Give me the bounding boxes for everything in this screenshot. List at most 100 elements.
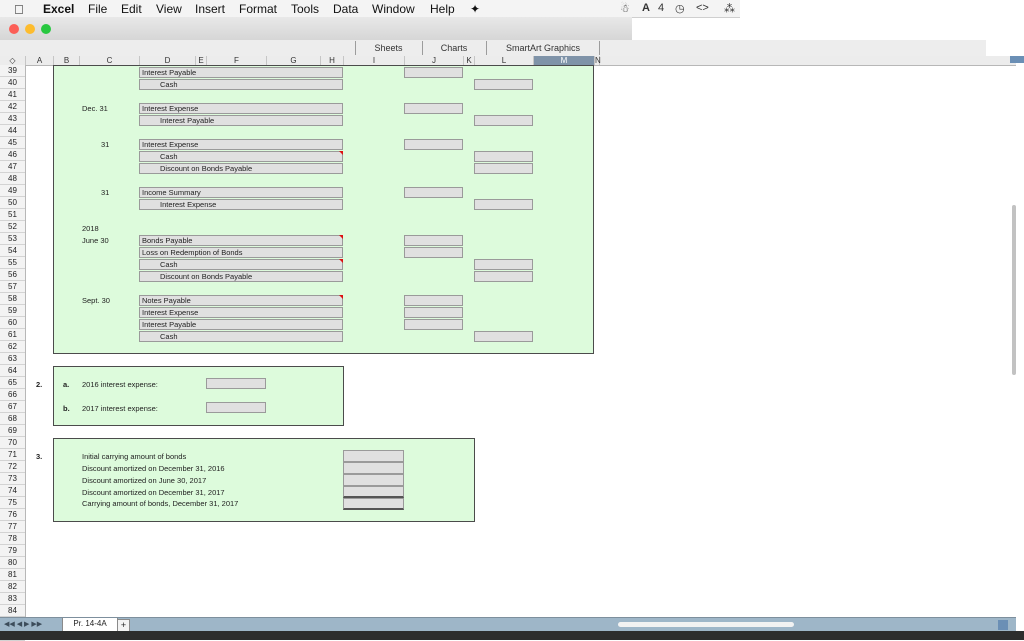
comment-indicator-icon[interactable] xyxy=(339,235,343,239)
split-handle-icon[interactable] xyxy=(998,620,1008,630)
row-header[interactable]: 55 xyxy=(0,257,25,269)
menu-edit[interactable]: Edit xyxy=(121,2,142,16)
debit-input[interactable] xyxy=(404,307,463,318)
account-cell[interactable]: Interest Expense xyxy=(139,139,343,150)
account-cell[interactable]: Interest Expense xyxy=(139,199,343,210)
column-header-k[interactable]: K xyxy=(464,56,475,65)
account-cell[interactable]: Discount on Bonds Payable xyxy=(139,271,343,282)
column-header-n[interactable]: N xyxy=(595,56,601,65)
column-header-d[interactable]: D xyxy=(140,56,196,65)
row-header[interactable]: 70 xyxy=(0,437,25,449)
time-machine-icon[interactable]: ◷ xyxy=(675,2,685,15)
menu-format[interactable]: Format xyxy=(239,2,277,16)
column-header-g[interactable]: G xyxy=(267,56,321,65)
credit-input[interactable] xyxy=(474,79,533,90)
row-header[interactable]: 48 xyxy=(0,173,25,185)
account-cell[interactable]: Interest Payable xyxy=(139,115,343,126)
debit-input[interactable] xyxy=(404,295,463,306)
row-header[interactable]: 65 xyxy=(0,377,25,389)
menu-insert[interactable]: Insert xyxy=(195,2,225,16)
row-header[interactable]: 39 xyxy=(0,65,25,77)
row-header[interactable]: 42 xyxy=(0,101,25,113)
row-header[interactable]: 53 xyxy=(0,233,25,245)
column-header-j[interactable]: J xyxy=(405,56,464,65)
menu-excel[interactable]: Excel xyxy=(43,2,74,16)
carrying-input[interactable] xyxy=(343,462,404,474)
bluetooth-icon[interactable]: ⁂ xyxy=(724,2,735,15)
comment-indicator-icon[interactable] xyxy=(339,259,343,263)
account-cell[interactable]: Interest Payable xyxy=(139,319,343,330)
carrying-input[interactable] xyxy=(343,474,404,486)
carrying-input[interactable] xyxy=(343,486,404,498)
row-header[interactable]: 82 xyxy=(0,581,25,593)
account-cell[interactable]: Cash xyxy=(139,151,343,162)
row-header[interactable]: 43 xyxy=(0,113,25,125)
row-header[interactable]: 63 xyxy=(0,353,25,365)
column-header-h[interactable]: H xyxy=(321,56,344,65)
vertical-scrollbar[interactable] xyxy=(1012,205,1016,375)
row-header[interactable]: 41 xyxy=(0,89,25,101)
row-header[interactable]: 47 xyxy=(0,161,25,173)
column-header-i[interactable]: I xyxy=(344,56,405,65)
account-cell[interactable]: Notes Payable xyxy=(139,295,343,306)
carrying-input[interactable] xyxy=(343,450,404,462)
debit-input[interactable] xyxy=(404,187,463,198)
menu-window[interactable]: Window xyxy=(372,2,415,16)
row-header[interactable]: 66 xyxy=(0,389,25,401)
row-header[interactable]: 60 xyxy=(0,317,25,329)
row-header[interactable]: 81 xyxy=(0,569,25,581)
account-cell[interactable]: Discount on Bonds Payable xyxy=(139,163,343,174)
row-header[interactable]: 61 xyxy=(0,329,25,341)
credit-input[interactable] xyxy=(474,331,533,342)
row-header[interactable]: 62 xyxy=(0,341,25,353)
tab-smartart[interactable]: SmartArt Graphics xyxy=(486,41,600,55)
account-cell[interactable]: Bonds Payable xyxy=(139,235,343,246)
row-header[interactable]: 44 xyxy=(0,125,25,137)
column-header-m[interactable]: M xyxy=(534,56,595,65)
column-header-e[interactable]: E xyxy=(196,56,207,65)
carrying-input[interactable] xyxy=(343,498,404,510)
column-header-a[interactable]: A xyxy=(26,56,54,65)
script-icon[interactable]: ✦ xyxy=(470,2,480,16)
row-header[interactable]: 49 xyxy=(0,185,25,197)
menu-data[interactable]: Data xyxy=(333,2,358,16)
credit-input[interactable] xyxy=(474,115,533,126)
debit-input[interactable] xyxy=(404,319,463,330)
row-header[interactable]: 64 xyxy=(0,365,25,377)
row-header[interactable]: 83 xyxy=(0,593,25,605)
row-header[interactable]: 79 xyxy=(0,545,25,557)
credit-input[interactable] xyxy=(474,259,533,270)
credit-input[interactable] xyxy=(474,151,533,162)
column-header-b[interactable]: B xyxy=(54,56,80,65)
credit-input[interactable] xyxy=(474,199,533,210)
row-header[interactable]: 71 xyxy=(0,449,25,461)
credit-input[interactable] xyxy=(474,271,533,282)
row-header[interactable]: 78 xyxy=(0,533,25,545)
row-header[interactable]: 54 xyxy=(0,245,25,257)
row-header[interactable]: 40 xyxy=(0,77,25,89)
row-header[interactable]: 45 xyxy=(0,137,25,149)
row-header[interactable]: 69 xyxy=(0,425,25,437)
interest-2017-input[interactable] xyxy=(206,402,266,413)
code-icon[interactable]: <> xyxy=(696,2,709,14)
menu-file[interactable]: File xyxy=(88,2,107,16)
row-header[interactable]: 67 xyxy=(0,401,25,413)
row-header[interactable]: 46 xyxy=(0,149,25,161)
menu-tools[interactable]: Tools xyxy=(291,2,319,16)
comment-indicator-icon[interactable] xyxy=(339,295,343,299)
menu-help[interactable]: Help xyxy=(430,2,455,16)
minimize-icon[interactable] xyxy=(25,24,35,34)
row-header[interactable]: 57 xyxy=(0,281,25,293)
account-cell[interactable]: Interest Payable xyxy=(139,67,343,78)
interest-2016-input[interactable] xyxy=(206,378,266,389)
row-header[interactable]: 50 xyxy=(0,197,25,209)
account-cell[interactable]: Cash xyxy=(139,259,343,270)
row-header[interactable]: 51 xyxy=(0,209,25,221)
zoom-icon[interactable] xyxy=(41,24,51,34)
account-cell[interactable]: Interest Expense xyxy=(139,103,343,114)
apple-icon[interactable]:  xyxy=(14,2,24,17)
row-header[interactable]: 76 xyxy=(0,509,25,521)
sheet-tab[interactable]: Pr. 14-4A xyxy=(62,618,118,632)
row-header[interactable]: 74 xyxy=(0,485,25,497)
column-header-c[interactable]: C xyxy=(80,56,140,65)
